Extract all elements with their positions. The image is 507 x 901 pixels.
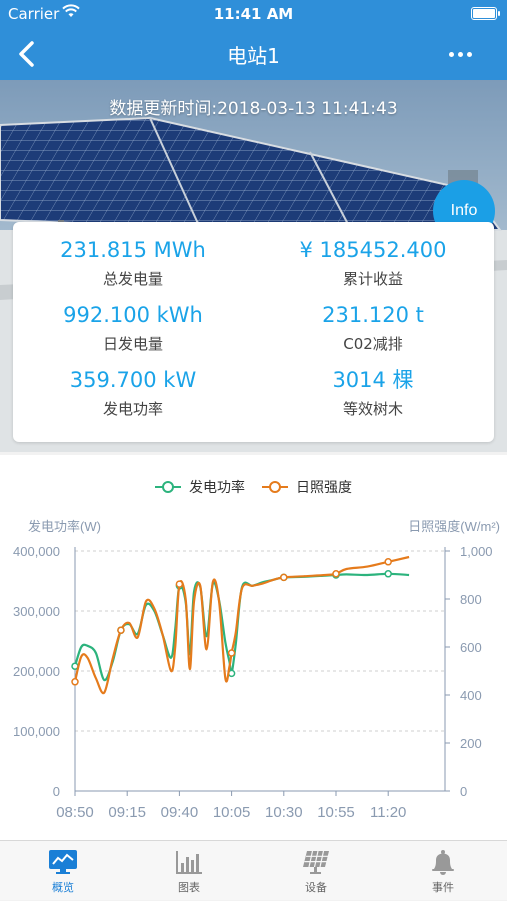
data-point [175, 580, 184, 588]
bell-icon [432, 850, 454, 875]
stats-card: 231.815 MWh 总发电量 ¥ 185452.400 累计收益 992.1… [13, 222, 494, 442]
x-tick: 10:55 [317, 804, 355, 821]
stat-value: ¥ 185452.400 [299, 238, 447, 262]
chart-card: 发电功率 日照强度发电功率(W) 日照强度(W/m²) 0 100,000 200,000… [0, 455, 507, 840]
monitor-icon [49, 850, 77, 874]
x-tick: 09:40 [161, 804, 199, 821]
power-irradiance-chart[interactable]: 发电功率 日照强度发电功率(W) 日照强度(W/m²) 0 100,000 200,000… [0, 455, 507, 840]
y-axis-right-title: 日照强度(W/m²) [408, 519, 500, 534]
y-tick-right: 800 [460, 592, 482, 607]
x-tick: 09:15 [108, 804, 146, 821]
legend-label: 发电功率 [189, 479, 245, 495]
data-point [280, 573, 288, 582]
y-tick-right: 600 [460, 640, 482, 655]
legend-label: 日照强度 [296, 479, 352, 495]
tab-label: 概览 [52, 881, 74, 894]
tab-label: 事件 [432, 881, 454, 894]
y-tick-right: 400 [460, 688, 482, 703]
data-point [384, 558, 392, 566]
tab-bar: 概览 图表 设备 事件 [0, 840, 507, 900]
y-tick-left: 300,000 [13, 604, 60, 619]
stat-value: 231.120 t [322, 303, 424, 327]
more-menu-button[interactable] [449, 52, 473, 58]
x-tick: 11:20 [370, 804, 406, 821]
x-tick: 10:05 [213, 804, 251, 821]
stat-value: 992.100 kWh [63, 303, 203, 327]
stat-label: 日发电量 [102, 335, 163, 353]
stat-daily-generation: 992.100 kWh 日发电量 [13, 301, 253, 354]
data-point [332, 570, 340, 578]
tab-label: 设备 [305, 881, 327, 894]
y-tick-left: 400,000 [13, 544, 60, 559]
page-title: 电站1 [227, 44, 280, 68]
stat-label: 发电功率 [102, 400, 163, 418]
y-tick-right: 200 [460, 736, 482, 751]
x-tick: 08:50 [56, 804, 94, 821]
tab-charts[interactable]: 图表 [126, 841, 252, 901]
y-tick-right: 0 [460, 784, 467, 799]
bar-chart-icon [176, 851, 202, 874]
update-time: 数据更新时间:2018-03-13 11:41:43 [0, 94, 507, 119]
solar-panel-icon [303, 850, 329, 874]
tab-label: 图表 [178, 881, 200, 894]
y-axis-left-title: 发电功率(W) [28, 519, 101, 534]
stat-total-generation: 231.815 MWh 总发电量 [13, 236, 253, 289]
stat-label: 总发电量 [102, 270, 163, 288]
stat-value: 231.815 MWh [60, 238, 206, 262]
y-tick-left: 200,000 [13, 664, 60, 679]
stat-value: 359.700 kW [69, 368, 197, 392]
legend-marker [269, 481, 281, 493]
stat-total-income: ¥ 185452.400 累计收益 [253, 236, 493, 289]
battery-icon [471, 7, 500, 20]
data-point [227, 649, 236, 657]
tab-events[interactable]: 事件 [380, 841, 506, 901]
stat-co2-reduction: 231.120 t C02减排 [253, 301, 493, 354]
clock: 11:41 AM [213, 5, 294, 23]
data-point [117, 626, 125, 634]
stat-label: 累计收益 [342, 270, 403, 288]
update-time-value: 2018-03-13 11:41:43 [217, 99, 398, 119]
tab-devices[interactable]: 设备 [253, 841, 379, 901]
nav-bar: 电站1 [0, 28, 507, 80]
update-time-label: 数据更新时间: [109, 99, 218, 119]
y-tick-left: 0 [53, 784, 60, 799]
stat-value: 3014 棵 [332, 368, 414, 392]
stat-generation-power: 359.700 kW 发电功率 [13, 366, 253, 419]
y-tick-right: 1,000 [460, 544, 493, 559]
status-bar: Carrier 11:41 AM [0, 0, 507, 28]
stat-label: 等效树木 [342, 400, 403, 418]
stat-equivalent-trees: 3014 棵 等效树木 [253, 366, 493, 419]
stat-label: C02减排 [343, 335, 403, 353]
tab-overview[interactable]: 概览 [0, 841, 126, 901]
y-tick-left: 100,000 [13, 724, 60, 739]
data-point [384, 570, 392, 578]
x-tick: 10:30 [265, 804, 303, 821]
legend-marker [162, 481, 174, 493]
data-point [71, 678, 79, 686]
series-line-irradiance [73, 555, 410, 695]
